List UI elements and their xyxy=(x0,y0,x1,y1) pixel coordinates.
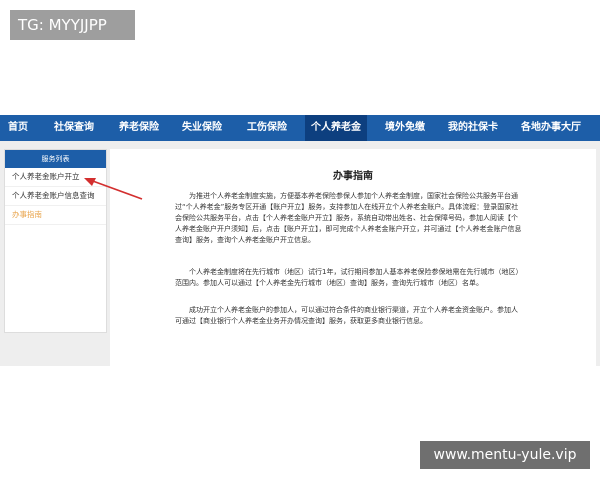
nav-unemployment-insurance[interactable]: 失业保险 xyxy=(182,115,222,141)
guide-paragraph: 个人养老金制度将在先行城市（地区）试行1年，试行期间参加人基本养老保险参保地需在… xyxy=(175,268,523,287)
sidebar-item-service-guide[interactable]: 办事指南 xyxy=(5,206,106,225)
watermark-top: TG: MYYJJPP xyxy=(10,10,135,40)
nav-personal-pension[interactable]: 个人养老金 xyxy=(305,115,367,141)
main-content: 办事指南 为推进个人养老金制度实施，方便基本养老保险参保人参加个人养老金制度，国… xyxy=(110,149,596,366)
nav-pension-insurance[interactable]: 养老保险 xyxy=(119,115,159,141)
nav-my-social-security-card[interactable]: 我的社保卡 xyxy=(448,115,498,141)
page-title: 办事指南 xyxy=(333,171,373,182)
sidebar-header: 服务列表 xyxy=(5,150,106,168)
watermark-bottom: www.mentu-yule.vip xyxy=(420,441,590,469)
top-nav: 首页 社保查询 养老保险 失业保险 工伤保险 个人养老金 境外免缴 我的社保卡 … xyxy=(0,115,600,141)
nav-work-injury-insurance[interactable]: 工伤保险 xyxy=(247,115,287,141)
nav-social-security-query[interactable]: 社保查询 xyxy=(54,115,94,141)
nav-overseas-exemption[interactable]: 境外免缴 xyxy=(385,115,425,141)
sidebar-item-account-info-query[interactable]: 个人养老金账户信息查询 xyxy=(5,187,106,206)
guide-paragraph: 为推进个人养老金制度实施，方便基本养老保险参保人参加个人养老金制度，国家社会保险… xyxy=(175,192,522,244)
service-list-sidebar: 服务列表 个人养老金账户开立 个人养老金账户信息查询 办事指南 xyxy=(4,149,107,333)
sidebar-item-account-opening[interactable]: 个人养老金账户开立 xyxy=(5,168,106,187)
guide-paragraph: 成功开立个人养老金账户的参加人，可以通过符合条件的商业银行渠道，开立个人养老金资… xyxy=(175,306,518,325)
nav-local-service-halls[interactable]: 各地办事大厅 xyxy=(521,115,581,141)
nav-home[interactable]: 首页 xyxy=(8,115,28,141)
